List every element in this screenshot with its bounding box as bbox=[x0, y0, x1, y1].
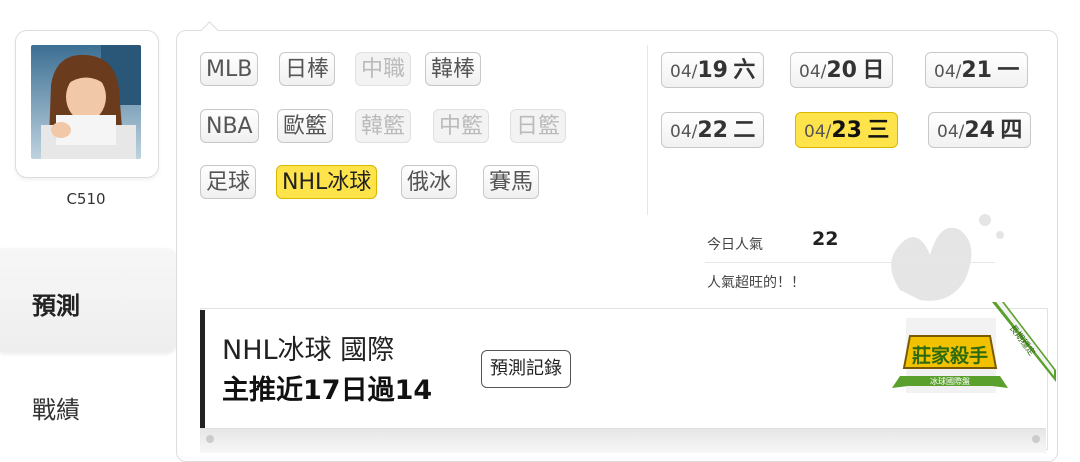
scroll-right-icon[interactable] bbox=[1032, 435, 1040, 443]
date-month: 04/ bbox=[670, 122, 698, 142]
date-day: 20 bbox=[826, 58, 857, 83]
date-weekday: 三 bbox=[867, 118, 890, 143]
sport-filter-chip[interactable]: 韓棒 bbox=[425, 52, 482, 86]
date-day: 22 bbox=[697, 118, 728, 143]
tab-predict-label: 預測 bbox=[32, 292, 80, 320]
popularity-label: 今日人氣 bbox=[707, 237, 763, 253]
date-month: 04/ bbox=[937, 122, 965, 142]
date-filter-chip[interactable]: 04/19 六 bbox=[661, 52, 765, 88]
sport-filter-chip[interactable]: 日棒 bbox=[279, 52, 336, 86]
tab-record[interactable]: 戰績 bbox=[0, 362, 178, 452]
date-month: 04/ bbox=[804, 122, 832, 142]
popularity-value: 22 bbox=[812, 228, 839, 250]
selector-divider bbox=[647, 45, 648, 215]
date-filter-chip[interactable]: 04/22 二 bbox=[661, 112, 765, 148]
date-day: 19 bbox=[697, 58, 728, 83]
sport-filter-chip[interactable]: NHL冰球 bbox=[276, 165, 378, 199]
sport-filter-chip: 中籃 bbox=[433, 109, 490, 143]
date-day: 24 bbox=[964, 118, 995, 143]
sport-filter-chip[interactable]: NBA bbox=[200, 109, 259, 143]
sport-filter-chip[interactable]: 俄冰 bbox=[401, 165, 458, 199]
tab-record-label: 戰績 bbox=[32, 396, 80, 424]
date-weekday: 四 bbox=[1000, 118, 1023, 143]
sport-filter-chip[interactable]: 賽馬 bbox=[483, 165, 540, 199]
sport-filter-chip: 日籃 bbox=[510, 109, 567, 143]
date-filter-chip[interactable]: 04/23 三 bbox=[795, 112, 899, 148]
tab-predict[interactable]: 預測 bbox=[0, 248, 178, 352]
scroll-left-icon[interactable] bbox=[206, 435, 214, 443]
date-month: 04/ bbox=[799, 62, 827, 82]
mascot-watermark-icon bbox=[891, 214, 1004, 301]
popularity-note: 人氣超旺的！！ bbox=[707, 275, 805, 291]
date-filter-chip[interactable]: 04/20 日 bbox=[790, 52, 894, 88]
prediction-card-footer bbox=[200, 428, 1046, 453]
date-day: 23 bbox=[831, 118, 862, 143]
sport-filter-chip: 韓籃 bbox=[355, 109, 412, 143]
date-day: 21 bbox=[961, 58, 992, 83]
popularity-divider bbox=[705, 262, 995, 263]
date-month: 04/ bbox=[670, 62, 698, 82]
prediction-record-button[interactable]: 預測記錄 bbox=[481, 350, 571, 388]
date-weekday: 二 bbox=[733, 118, 756, 143]
sport-filter-chip[interactable]: MLB bbox=[200, 52, 259, 86]
svg-text:冰球國際盤: 冰球國際盤 bbox=[930, 376, 970, 386]
sport-filter-chip: 中職 bbox=[355, 52, 412, 86]
avatar-photo bbox=[31, 45, 141, 159]
date-weekday: 一 bbox=[997, 58, 1020, 83]
date-month: 04/ bbox=[934, 62, 962, 82]
date-filter-chip[interactable]: 04/21 一 bbox=[925, 52, 1029, 88]
date-filter-chip[interactable]: 04/24 四 bbox=[928, 112, 1032, 148]
sport-filter-chip[interactable]: 歐籃 bbox=[277, 109, 334, 143]
bookmaker-killer-badge-icon: 莊家殺手 冰球國際盤 長期穩定 bbox=[892, 302, 1056, 393]
svg-text:莊家殺手: 莊家殺手 bbox=[912, 344, 988, 367]
prediction-title: NHL冰球 國際 bbox=[222, 335, 395, 366]
username: C510 bbox=[66, 190, 106, 208]
prediction-subtitle: 主推近17日過14 bbox=[222, 375, 433, 406]
date-weekday: 六 bbox=[733, 58, 756, 83]
date-weekday: 日 bbox=[862, 58, 885, 83]
sport-filter-chip[interactable]: 足球 bbox=[200, 165, 257, 199]
prediction-accent-bar bbox=[200, 310, 205, 428]
avatar[interactable] bbox=[31, 45, 141, 159]
